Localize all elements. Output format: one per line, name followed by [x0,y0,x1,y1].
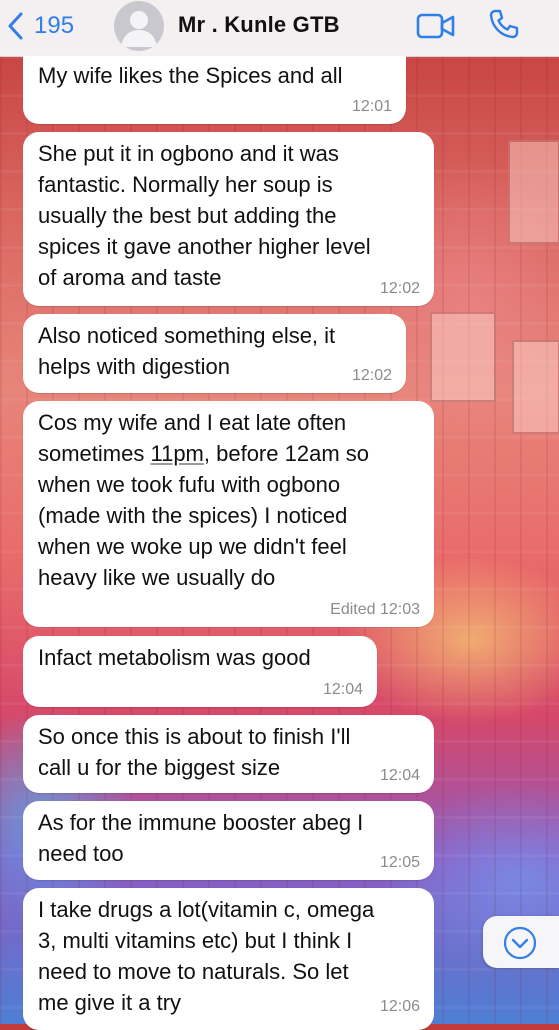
message-bubble[interactable]: As for the immune booster abeg I need to… [23,801,434,880]
voice-call-button[interactable] [488,8,520,40]
chat-header: 195 Mr . Kunle GTB [0,0,559,57]
message-bubble[interactable]: Also noticed something else, it helps wi… [23,314,406,393]
scroll-to-bottom-button[interactable] [483,916,559,968]
message-bubble[interactable]: She put it in ogbono and it was fantasti… [23,132,434,306]
back-button[interactable]: 195 [8,8,74,44]
phone-icon [489,9,519,39]
message-bubble[interactable]: Infact metabolism was good 12:04 [23,636,377,707]
message-time: 12:05 [379,854,420,871]
message-bubble[interactable]: I take drugs a lot(vitamin c, omega 3, m… [23,888,434,1030]
time-link[interactable]: 11pm [150,441,203,466]
message-bubble[interactable]: Cos my wife and I eat late often sometim… [23,401,434,627]
message-text: So once this is about to finish I'll cal… [38,724,351,780]
message-time: Edited 12:03 [330,601,420,618]
message-time: 12:02 [379,280,420,297]
video-call-button[interactable] [416,12,456,40]
message-text: She put it in ogbono and it was fantasti… [38,141,371,290]
message-text: Infact metabolism was good [38,645,311,670]
message-time: 12:01 [351,98,392,115]
message-text: Also noticed something else, it helps wi… [38,323,336,379]
message-text: Cos my wife and I eat late often sometim… [38,407,420,593]
message-text: As for the immune booster abeg I need to… [38,810,364,866]
message-time: 12:06 [379,998,420,1015]
message-text: My wife likes the Spices and all [38,63,343,88]
message-bubble[interactable]: My wife likes the Spices and all 12:01 [23,56,406,124]
wallpaper-window [512,340,559,434]
message-text: I take drugs a lot(vitamin c, omega 3, m… [38,897,375,1015]
message-time: 12:04 [379,767,420,784]
person-silhouette-icon [121,11,157,47]
wallpaper-window [508,140,559,244]
chevron-down-circle-icon [503,926,537,960]
avatar[interactable] [114,1,164,51]
message-time: 12:04 [322,681,363,698]
wallpaper-window [430,312,496,402]
message-bubble[interactable]: So once this is about to finish I'll cal… [23,715,434,793]
unread-count: 195 [34,12,75,39]
message-time: 12:02 [351,367,392,384]
chevron-left-icon [8,12,23,40]
contact-name[interactable]: Mr . Kunle GTB [178,12,340,38]
video-camera-icon [416,13,455,39]
